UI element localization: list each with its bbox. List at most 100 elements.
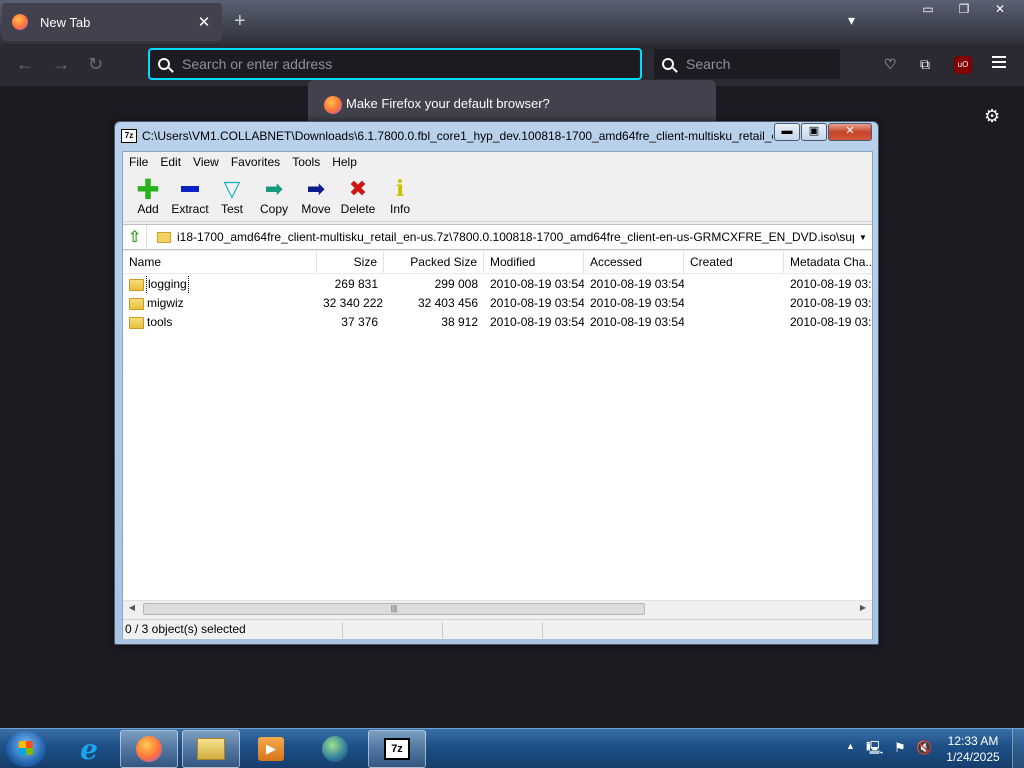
forward-arrow-icon[interactable]: →: [52, 54, 70, 75]
search-icon: [158, 58, 170, 70]
menu-help[interactable]: Help: [332, 155, 357, 169]
firefox-tab-strip: New Tab ✕ + ▾ ▭ ❐ ✕: [0, 0, 1024, 44]
copy-label: Copy: [259, 202, 288, 216]
accessed-cell: 2010-08-19 03:54: [590, 315, 684, 329]
list-all-tabs-icon[interactable]: ▾: [848, 12, 855, 29]
status-bar: 0 / 3 object(s) selected: [123, 619, 872, 639]
hamburger-menu-icon[interactable]: [992, 56, 1006, 71]
column-header-metadata-changed[interactable]: Metadata Cha...: [784, 251, 872, 273]
copy-button[interactable]: ➡ Copy: [253, 172, 295, 221]
menu-bar: File Edit View Favorites Tools Help: [123, 152, 872, 172]
address-path-input[interactable]: i18-1700_amd64fre_client-multisku_retail…: [177, 230, 854, 244]
reload-icon[interactable]: ↻: [88, 54, 103, 75]
extract-button[interactable]: Extract: [169, 172, 211, 221]
status-divider: [442, 622, 443, 638]
media-player-icon[interactable]: ▶: [242, 730, 300, 768]
tab-title: New Tab: [40, 14, 91, 30]
file-name: tools: [147, 315, 173, 329]
7zip-taskbar-label: 7z: [384, 738, 410, 760]
extensions-puzzle-icon[interactable]: ⧉: [920, 56, 930, 73]
url-bar[interactable]: Search or enter address: [148, 48, 642, 80]
pocket-icon[interactable]: ♡: [884, 56, 897, 73]
ublock-origin-icon[interactable]: uO: [954, 56, 972, 74]
new-tab-button[interactable]: +: [234, 10, 246, 33]
folder-icon: [129, 278, 144, 291]
name-cell: tools: [123, 313, 317, 332]
menu-file[interactable]: File: [129, 155, 148, 169]
firefox-taskbar-icon[interactable]: [120, 730, 178, 768]
file-name: logging: [146, 275, 189, 294]
created-cell: [684, 313, 784, 332]
column-header-name[interactable]: Name: [123, 251, 317, 273]
column-header-accessed[interactable]: Accessed: [584, 251, 684, 273]
search-icon: [662, 58, 674, 70]
move-button[interactable]: ➡ Move: [295, 172, 337, 221]
test-button[interactable]: ▽ Test: [211, 172, 253, 221]
metadata-cell: 2010-08-19 03:5: [790, 277, 872, 291]
folder-icon: [129, 297, 144, 310]
address-bar: ⇧ i18-1700_amd64fre_client-multisku_reta…: [123, 224, 872, 250]
packed-size-cell: 32 403 456: [417, 296, 478, 310]
scroll-right-icon[interactable]: ▶: [856, 603, 870, 612]
column-header-packed-size[interactable]: Packed Size: [384, 251, 484, 273]
menu-tools[interactable]: Tools: [292, 155, 320, 169]
scrollbar-thumb[interactable]: |||: [143, 603, 645, 615]
file-row[interactable]: migwiz 32 340 222 32 403 456 2010-08-19 …: [123, 294, 872, 313]
minus-icon: [181, 176, 199, 202]
firefox-window-controls: ▭ ❐ ✕: [910, 0, 1018, 20]
copy-arrow-icon: ➡: [264, 176, 284, 201]
metadata-cell: 2010-08-19 03:5: [790, 315, 872, 329]
modified-cell: 2010-08-19 03:54: [490, 277, 584, 291]
minimize-button[interactable]: ▬: [774, 123, 800, 141]
accessed-cell: 2010-08-19 03:54: [590, 277, 684, 291]
action-center-flag-icon[interactable]: ⚑: [892, 740, 908, 756]
column-header-size[interactable]: Size: [317, 251, 384, 273]
close-window-button[interactable]: ✕: [982, 0, 1018, 20]
system-clock[interactable]: 12:33 AM 1/24/2025: [938, 733, 1008, 765]
network-icon[interactable]: 🖳: [866, 740, 883, 756]
menu-view[interactable]: View: [193, 155, 219, 169]
internet-explorer-icon[interactable]: e: [60, 730, 118, 768]
start-button[interactable]: [6, 731, 46, 767]
horizontal-scrollbar[interactable]: ◀ ||| ▶: [123, 600, 872, 617]
folder-up-icon[interactable]: ⇧: [123, 225, 147, 249]
close-button[interactable]: ✕: [828, 123, 872, 141]
show-desktop-button[interactable]: [1012, 729, 1024, 768]
gear-icon[interactable]: ⚙: [984, 106, 1000, 127]
file-row[interactable]: logging 269 831 299 008 2010-08-19 03:54…: [123, 275, 872, 294]
delete-button[interactable]: ✖ Delete: [337, 172, 379, 221]
modified-cell: 2010-08-19 03:54: [490, 296, 584, 310]
delete-label: Delete: [340, 202, 376, 216]
add-button[interactable]: ✚ Add: [127, 172, 169, 221]
7zip-taskbar-icon[interactable]: 7z: [368, 730, 426, 768]
maximize-button[interactable]: ▣: [801, 123, 827, 141]
file-row[interactable]: tools 37 376 38 912 2010-08-19 03:54 201…: [123, 313, 872, 332]
created-cell: [684, 275, 784, 294]
checkmark-icon: ▽: [223, 176, 241, 201]
7zip-title-bar[interactable]: 7z C:\Users\VM1.COLLABNET\Downloads\6.1.…: [121, 127, 773, 145]
info-button[interactable]: i Info: [379, 172, 421, 221]
address-dropdown-icon[interactable]: ▼: [854, 233, 872, 242]
move-label: Move: [301, 202, 331, 216]
menu-favorites[interactable]: Favorites: [231, 155, 280, 169]
file-explorer-icon[interactable]: [182, 730, 240, 768]
toolbar: ✚ Add Extract ▽ Test ➡ Copy ➡ Move ✖ Del…: [123, 172, 872, 222]
network-globe-icon[interactable]: [306, 730, 364, 768]
volume-muted-icon[interactable]: 🔇: [916, 740, 932, 756]
info-label: Info: [389, 202, 410, 216]
show-hidden-icons-icon[interactable]: ▲: [846, 741, 855, 751]
info-icon: i: [395, 176, 405, 202]
search-bar[interactable]: Search: [654, 49, 840, 79]
restore-button[interactable]: ❐: [946, 0, 982, 20]
menu-edit[interactable]: Edit: [160, 155, 181, 169]
status-divider: [542, 622, 543, 638]
tab-new-tab[interactable]: New Tab ✕: [2, 3, 222, 41]
back-arrow-icon[interactable]: ←: [16, 54, 34, 75]
column-header-created[interactable]: Created: [684, 251, 784, 273]
scroll-left-icon[interactable]: ◀: [125, 603, 139, 612]
minimize-button[interactable]: ▭: [910, 0, 946, 20]
close-tab-icon[interactable]: ✕: [196, 13, 212, 31]
move-arrow-icon: ➡: [306, 176, 326, 201]
column-header-modified[interactable]: Modified: [484, 251, 584, 273]
folder-icon: [129, 316, 144, 329]
